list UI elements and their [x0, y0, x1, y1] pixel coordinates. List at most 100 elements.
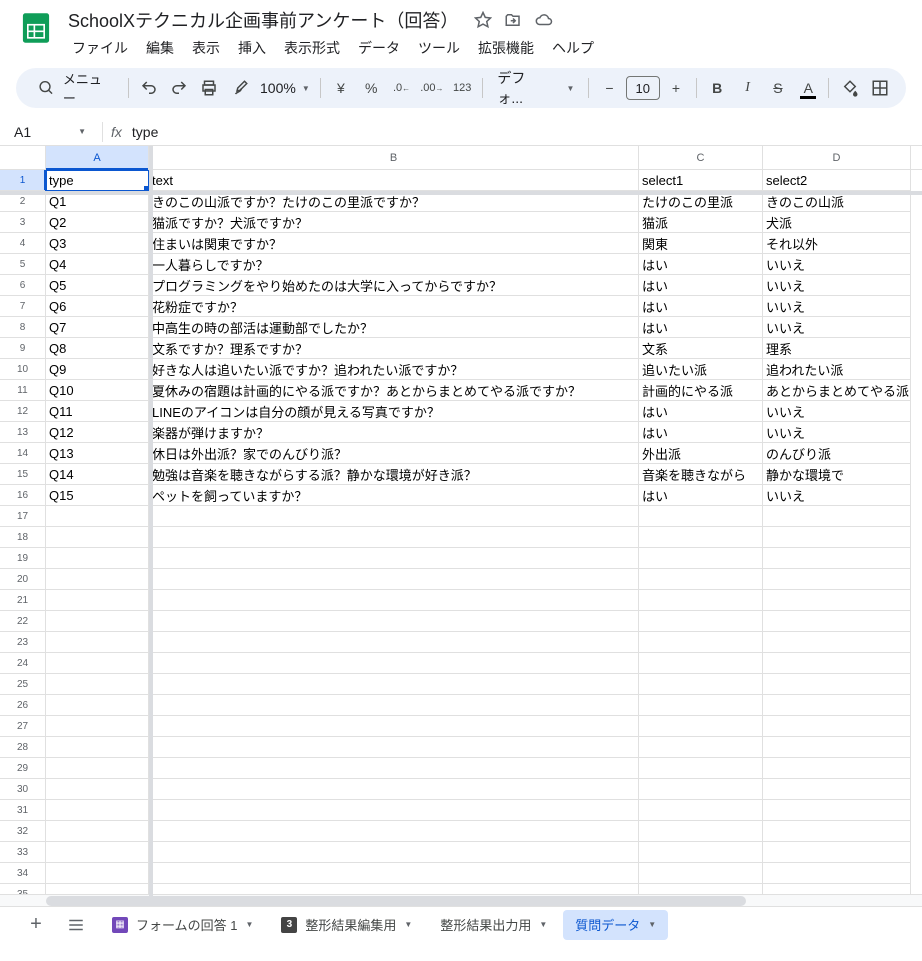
cell[interactable] — [149, 758, 639, 779]
cell[interactable] — [639, 506, 763, 527]
cell[interactable] — [763, 758, 911, 779]
cell[interactable]: Q7 — [46, 317, 149, 338]
chevron-down-icon[interactable]: ▼ — [648, 920, 656, 929]
decrease-decimal-button[interactable]: .0← — [387, 73, 415, 103]
cell[interactable] — [149, 569, 639, 590]
cell[interactable]: いいえ — [763, 275, 911, 296]
cell[interactable] — [763, 674, 911, 695]
cell[interactable] — [46, 800, 149, 821]
cell[interactable]: いいえ — [763, 401, 911, 422]
cell[interactable] — [46, 737, 149, 758]
fill-color-button[interactable] — [835, 73, 863, 103]
cell[interactable]: 文系ですか？理系ですか？ — [149, 338, 639, 359]
name-box[interactable]: A1▼ — [6, 124, 94, 140]
row-header[interactable]: 6 — [0, 275, 46, 296]
cell[interactable]: Q15 — [46, 485, 149, 506]
menu-7[interactable]: 拡張機能 — [470, 34, 542, 62]
cell[interactable]: select2 — [763, 170, 911, 191]
select-all-corner[interactable] — [0, 146, 46, 169]
row-header[interactable]: 33 — [0, 842, 46, 863]
cell[interactable]: 関東 — [639, 233, 763, 254]
cloud-icon[interactable] — [534, 11, 554, 29]
column-header-C[interactable]: C — [639, 146, 763, 169]
row-header[interactable]: 29 — [0, 758, 46, 779]
cell[interactable]: Q14 — [46, 464, 149, 485]
cell[interactable] — [639, 863, 763, 884]
cell[interactable] — [763, 737, 911, 758]
column-header-A[interactable]: A — [46, 146, 149, 169]
cell[interactable]: それ以外 — [763, 233, 911, 254]
cell[interactable]: 猫派ですか？犬派ですか？ — [149, 212, 639, 233]
cell[interactable]: いいえ — [763, 254, 911, 275]
cell[interactable] — [639, 758, 763, 779]
cell[interactable] — [46, 716, 149, 737]
cell[interactable] — [763, 611, 911, 632]
cell[interactable] — [149, 611, 639, 632]
menu-3[interactable]: 挿入 — [230, 34, 274, 62]
cell[interactable]: 夏休みの宿題は計画的にやる派ですか？あとからまとめてやる派ですか？ — [149, 380, 639, 401]
row-header[interactable]: 5 — [0, 254, 46, 275]
cell[interactable] — [46, 842, 149, 863]
cell[interactable]: Q8 — [46, 338, 149, 359]
cell[interactable]: select1 — [639, 170, 763, 191]
cell[interactable]: いいえ — [763, 422, 911, 443]
spreadsheet-grid[interactable]: ABCD 1typetextselect1select22Q1きのこの山派ですか… — [0, 146, 922, 906]
row-header[interactable]: 3 — [0, 212, 46, 233]
row-header[interactable]: 15 — [0, 464, 46, 485]
cell[interactable] — [46, 548, 149, 569]
cell[interactable] — [639, 569, 763, 590]
cell[interactable]: はい — [639, 317, 763, 338]
cell[interactable] — [149, 884, 639, 894]
cell[interactable] — [149, 590, 639, 611]
cell[interactable] — [763, 506, 911, 527]
cell[interactable]: 中高生の時の部活は運動部でしたか？ — [149, 317, 639, 338]
undo-button[interactable] — [135, 73, 163, 103]
menu-5[interactable]: データ — [350, 34, 408, 62]
menu-6[interactable]: ツール — [410, 34, 468, 62]
menu-1[interactable]: 編集 — [138, 34, 182, 62]
all-sheets-button[interactable] — [60, 910, 92, 940]
borders-button[interactable] — [866, 73, 894, 103]
cell[interactable] — [149, 527, 639, 548]
row-header[interactable]: 23 — [0, 632, 46, 653]
cell[interactable] — [763, 548, 911, 569]
cell[interactable] — [763, 590, 911, 611]
row-header[interactable]: 7 — [0, 296, 46, 317]
cell[interactable]: ペットを飼っていますか？ — [149, 485, 639, 506]
cell[interactable] — [46, 569, 149, 590]
cell[interactable]: 一人暮らしですか？ — [149, 254, 639, 275]
chevron-down-icon[interactable]: ▼ — [539, 920, 547, 929]
cell[interactable] — [763, 863, 911, 884]
print-button[interactable] — [195, 73, 223, 103]
cell[interactable] — [46, 674, 149, 695]
cell[interactable] — [763, 716, 911, 737]
cell[interactable]: 好きな人は追いたい派ですか？追われたい派ですか？ — [149, 359, 639, 380]
cell[interactable]: 休日は外出派？家でのんびり派？ — [149, 443, 639, 464]
cell[interactable]: text — [149, 170, 639, 191]
chevron-down-icon[interactable]: ▼ — [404, 920, 412, 929]
cell[interactable]: 犬派 — [763, 212, 911, 233]
cell[interactable]: 住まいは関東ですか？ — [149, 233, 639, 254]
cell[interactable] — [46, 779, 149, 800]
row-header[interactable]: 31 — [0, 800, 46, 821]
row-header[interactable]: 17 — [0, 506, 46, 527]
font-size-input[interactable]: 10 — [626, 76, 660, 100]
row-header[interactable]: 34 — [0, 863, 46, 884]
menu-0[interactable]: ファイル — [64, 34, 136, 62]
cell[interactable] — [149, 506, 639, 527]
cell[interactable]: Q11 — [46, 401, 149, 422]
cell[interactable] — [46, 695, 149, 716]
cell[interactable]: Q9 — [46, 359, 149, 380]
row-header[interactable]: 27 — [0, 716, 46, 737]
cell[interactable] — [46, 590, 149, 611]
row-header[interactable]: 20 — [0, 569, 46, 590]
cell[interactable] — [149, 632, 639, 653]
italic-button[interactable]: I — [733, 73, 761, 103]
more-formats-button[interactable]: 123 — [448, 73, 476, 103]
sheet-tab-1[interactable]: 3整形結果編集用▼ — [269, 910, 424, 940]
cell[interactable]: 音楽を聴きながら — [639, 464, 763, 485]
bold-button[interactable]: B — [703, 73, 731, 103]
cell[interactable]: Q10 — [46, 380, 149, 401]
cell[interactable] — [639, 527, 763, 548]
freeze-bar-horizontal[interactable] — [0, 191, 922, 195]
